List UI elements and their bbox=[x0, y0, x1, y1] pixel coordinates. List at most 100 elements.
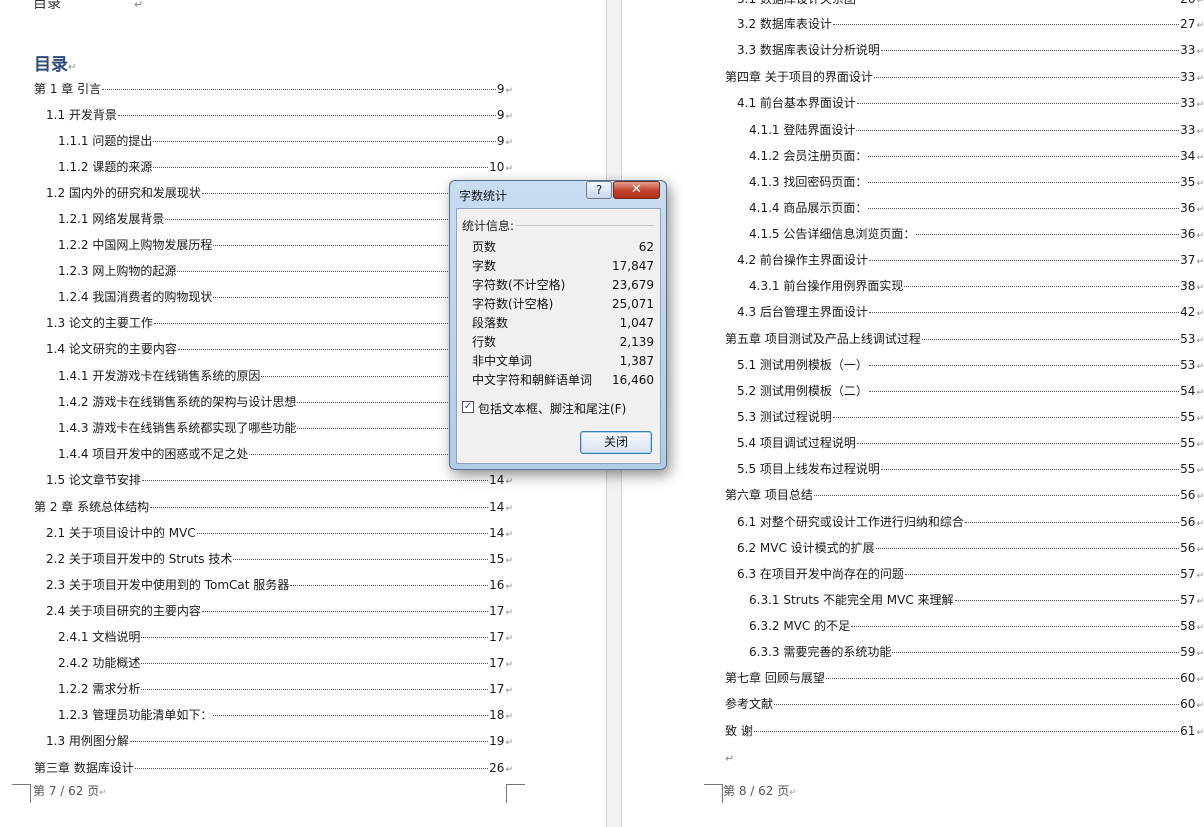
toc-entry[interactable]: 第四章 关于项目的界面设计 33 ↵ bbox=[725, 70, 1204, 86]
toc-entry[interactable]: 2.4 关于项目研究的主要内容 17 ↵ bbox=[46, 604, 513, 620]
toc-entry-title: 6.3.2 MVC 的不足 bbox=[749, 619, 851, 633]
close-icon[interactable]: ✕ bbox=[613, 181, 660, 199]
toc-entry-title: 第五章 项目测试及产品上线调试过程 bbox=[725, 332, 921, 346]
toc-entry[interactable]: 6.3.2 MVC 的不足 58 ↵ bbox=[749, 619, 1204, 635]
help-button[interactable]: ? bbox=[586, 181, 612, 199]
toc-entry[interactable]: 3.1 数据库设计关系图 26↵ bbox=[737, 0, 1204, 8]
toc-entry-page: 34 bbox=[1180, 149, 1196, 163]
toc-entry-page: 26 bbox=[1180, 0, 1195, 7]
paragraph-mark: ↵ bbox=[1196, 309, 1204, 319]
toc-entry[interactable]: 参考文献 60 ↵ bbox=[725, 697, 1204, 713]
toc-entry-page: 60 bbox=[1180, 671, 1196, 685]
include-textbox-footnote-checkbox[interactable]: ✓ bbox=[462, 401, 474, 413]
toc-dot-leader bbox=[141, 689, 489, 690]
toc-entry[interactable]: 1.2.3 管理员功能清单如下： 18 ↵ bbox=[58, 708, 513, 724]
stat-label: 字符数(计空格) bbox=[472, 297, 554, 311]
toc-entry[interactable]: 2.4.2 功能概述 17 ↵ bbox=[58, 656, 513, 672]
toc-entry[interactable]: 3.3 数据库表设计分析说明 33 ↵ bbox=[737, 43, 1204, 59]
toc-entry[interactable]: 1.3 用例图分解 19 ↵ bbox=[46, 734, 513, 750]
paragraph-mark: ↵ bbox=[1196, 623, 1204, 633]
toc-entry-page: 15 bbox=[489, 552, 505, 566]
toc-entry-title: 4.1.3 找回密码页面： bbox=[749, 175, 868, 189]
toc-entry[interactable]: 1.4.4 项目开发中的困惑或不足之处14↵ bbox=[58, 447, 513, 463]
toc-dot-leader bbox=[117, 115, 496, 116]
toc-entry[interactable]: 4.1.5 公告详细信息浏览页面： 36 ↵ bbox=[749, 227, 1204, 243]
toc-entry-title: 1.2.1 网络发展背景 bbox=[58, 212, 165, 226]
toc-entry[interactable]: 第三章 数据库设计 26 ↵ bbox=[34, 761, 513, 777]
toc-entry[interactable]: 第 2 章 系统总体结构 14 ↵ bbox=[34, 500, 513, 516]
toc-entry[interactable]: 1.5 论文章节安排 14 ↵ bbox=[46, 473, 513, 489]
toc-entry[interactable]: 1.1.1 问题的提出 9 ↵ bbox=[58, 134, 513, 150]
toc-entry[interactable]: 1.2 国内外的研究和发展现状11↵ bbox=[46, 186, 513, 202]
toc-entry[interactable]: 1.1 开发背景 9 ↵ bbox=[46, 108, 513, 124]
paragraph-mark: ↵ bbox=[505, 582, 513, 592]
toc-entry[interactable]: 1.2.2 中国网上购物发展历程12↵ bbox=[58, 238, 513, 254]
toc-entry[interactable]: 1.4.2 游戏卡在线销售系统的架构与设计思想13↵ bbox=[58, 395, 513, 411]
toc-entry[interactable]: 4.1.3 找回密码页面： 35 ↵ bbox=[749, 175, 1204, 191]
toc-entry[interactable]: 2.2 关于项目开发中的 Struts 技术 15 ↵ bbox=[46, 552, 513, 568]
paragraph-mark: ↵ bbox=[1196, 74, 1204, 84]
toc-entry[interactable]: 4.1.1 登陆界面设计 33 ↵ bbox=[749, 123, 1204, 139]
toc-entry[interactable]: 4.3.1 前台操作用例界面实现 38 ↵ bbox=[749, 279, 1204, 295]
paragraph-mark: ↵ bbox=[505, 530, 513, 540]
toc-entry-title: 4.2 前台操作主界面设计 bbox=[737, 253, 868, 267]
toc-entry[interactable]: 1.2.1 网络发展背景11↵ bbox=[58, 212, 513, 228]
toc-dot-leader bbox=[856, 443, 1180, 444]
toc-entry[interactable]: 6.3.1 Struts 不能完全用 MVC 来理解 57 ↵ bbox=[749, 593, 1204, 609]
paragraph-mark: ↵ bbox=[505, 738, 513, 748]
toc-entry-page: 9 bbox=[496, 108, 505, 122]
toc-entry-page: 57 bbox=[1180, 593, 1196, 607]
paragraph-mark: ↵ bbox=[505, 138, 513, 148]
toc-entry[interactable]: 5.2 测试用例模板（二） 54 ↵ bbox=[737, 384, 1204, 400]
toc-entry[interactable]: 2.1 关于项目设计中的 MVC 14 ↵ bbox=[46, 526, 513, 542]
toc-entry[interactable]: 1.2.3 网上购物的起源12↵ bbox=[58, 264, 513, 280]
toc-entry-title: 3.1 数据库设计关系图 bbox=[737, 0, 856, 7]
toc-dot-leader bbox=[868, 312, 1180, 313]
crop-mark bbox=[12, 784, 31, 803]
toc-entry[interactable]: 4.1 前台基本界面设计 33 ↵ bbox=[737, 96, 1204, 112]
toc-entry[interactable]: 5.1 测试用例模板（一） 53 ↵ bbox=[737, 358, 1204, 374]
toc-entry-title: 致 谢 bbox=[725, 724, 753, 738]
toc-entry[interactable]: 3.2 数据库表设计 27 ↵ bbox=[737, 17, 1204, 33]
toc-entry[interactable]: 4.1.4 商品展示页面： 36 ↵ bbox=[749, 201, 1204, 217]
toc-entry-page: 17 bbox=[489, 604, 505, 618]
paragraph-mark: ↵ bbox=[1196, 440, 1204, 450]
toc-entry[interactable]: 1.3 论文的主要工作13↵ bbox=[46, 316, 513, 332]
checkbox-label[interactable]: 包括文本框、脚注和尾注(F) bbox=[478, 400, 626, 417]
toc-entry-page: 33 bbox=[1180, 123, 1196, 137]
toc-entry[interactable]: 2.3 关于项目开发中使用到的 TomCat 服务器 16 ↵ bbox=[46, 578, 513, 594]
toc-entry[interactable]: 第六章 项目总结 56 ↵ bbox=[725, 488, 1204, 504]
toc-entry[interactable]: 1.4.1 开发游戏卡在线销售系统的原因13↵ bbox=[58, 369, 513, 385]
toc-entry[interactable]: 1.2.4 我国消费者的购物现状12↵ bbox=[58, 290, 513, 306]
paragraph-mark: ↵ bbox=[505, 712, 513, 722]
toc-entry-page: 33 bbox=[1180, 43, 1196, 57]
toc-entry[interactable]: 1.4.3 游戏卡在线销售系统都实现了哪些功能13↵ bbox=[58, 421, 513, 437]
toc-entry[interactable]: 1.2.2 需求分析 17 ↵ bbox=[58, 682, 513, 698]
toc-entry[interactable]: 1.1.2 课题的来源 10 ↵ bbox=[58, 160, 513, 176]
paragraph-mark: ↵ bbox=[505, 608, 513, 618]
toc-entry[interactable]: 4.1.2 会员注册页面： 34 ↵ bbox=[749, 149, 1204, 165]
toc-entry-page: 16 bbox=[489, 578, 505, 592]
toc-entry[interactable]: 6.1 对整个研究或设计工作进行归纳和综合 56 ↵ bbox=[737, 515, 1204, 531]
close-button[interactable]: 关闭 bbox=[580, 431, 652, 454]
toc-entry-title: 1.1 开发背景 bbox=[46, 108, 117, 122]
stats-section-label: 统计信息: bbox=[462, 219, 515, 233]
toc-entry[interactable]: 2.4.1 文档说明 17 ↵ bbox=[58, 630, 513, 646]
toc-entry[interactable]: 1.4 论文研究的主要内容13↵ bbox=[46, 342, 513, 358]
stat-row: 字符数(计空格) 25,071 bbox=[472, 297, 654, 312]
toc-entry[interactable]: 5.4 项目调试过程说明 55 ↵ bbox=[737, 436, 1204, 452]
toc-entry-page: 33 bbox=[1180, 70, 1196, 84]
toc-entry-page: 17 bbox=[489, 630, 505, 644]
toc-entry[interactable]: 6.3 在项目开发中尚存在的问题 57 ↵ bbox=[737, 567, 1204, 583]
toc-entry[interactable]: 6.3.3 需要完善的系统功能 59 ↵ bbox=[749, 645, 1204, 661]
toc-entry[interactable]: 第 1 章 引言 9 ↵ bbox=[34, 82, 513, 98]
toc-entry[interactable]: 6.2 MVC 设计模式的扩展 56 ↵ bbox=[737, 541, 1204, 557]
toc-entry[interactable]: 第五章 项目测试及产品上线调试过程 53 ↵ bbox=[725, 332, 1204, 348]
toc-entry[interactable]: 第七章 回顾与展望 60 ↵ bbox=[725, 671, 1204, 687]
toc-entry[interactable]: 致 谢 61 ↵ bbox=[725, 724, 1204, 740]
toc-entry[interactable]: 5.3 测试过程说明 55 ↵ bbox=[737, 410, 1204, 426]
toc-entry-page: 60 bbox=[1180, 697, 1196, 711]
toc-entry[interactable]: 5.5 项目上线发布过程说明 55 ↵ bbox=[737, 462, 1204, 478]
toc-entry[interactable]: 4.2 前台操作主界面设计 37 ↵ bbox=[737, 253, 1204, 269]
toc-entry[interactable]: 4.3 后台管理主界面设计 42 ↵ bbox=[737, 305, 1204, 321]
